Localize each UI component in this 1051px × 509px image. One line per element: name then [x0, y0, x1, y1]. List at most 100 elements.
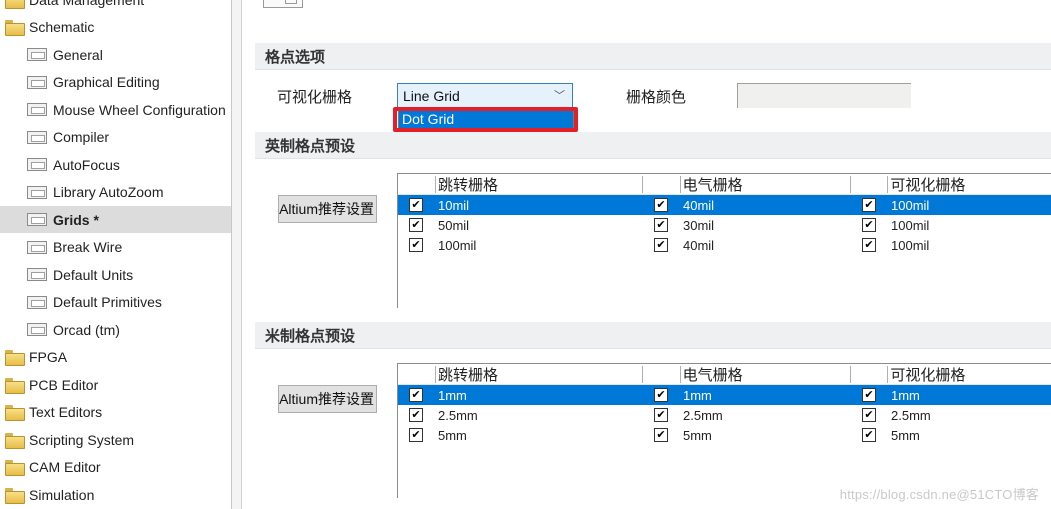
- sidebar-item-label: Graphical Editing: [53, 74, 160, 90]
- grid-cell[interactable]: 1mm: [683, 385, 712, 405]
- column-separator[interactable]: [435, 176, 436, 193]
- grid-cell[interactable]: 100mil: [891, 215, 929, 235]
- sidebar-item-library-autozoom[interactable]: Library AutoZoom: [0, 179, 231, 206]
- grid-cell[interactable]: 40mil: [683, 235, 714, 255]
- options-tree: Data Management Schematic General Graphical…: [0, 0, 232, 509]
- settings-page-icon: [27, 158, 47, 171]
- table-row[interactable]: ✔ 100mil ✔ 40mil ✔ 100mil: [398, 235, 1051, 255]
- checkbox[interactable]: ✔: [654, 218, 668, 232]
- checkbox[interactable]: ✔: [409, 218, 423, 232]
- checkbox[interactable]: ✔: [409, 408, 423, 422]
- checkbox[interactable]: ✔: [862, 238, 876, 252]
- sidebar-item-fpga[interactable]: FPGA: [0, 344, 231, 371]
- grid-cell[interactable]: 1mm: [438, 385, 467, 405]
- grid-cell[interactable]: 50mil: [438, 215, 469, 235]
- column-header-label: 电气栅格: [682, 177, 743, 194]
- column-header-label: 跳转栅格: [438, 177, 499, 194]
- checkbox[interactable]: ✔: [862, 218, 876, 232]
- sidebar-item-default-units[interactable]: Default Units: [0, 261, 231, 288]
- column-header[interactable]: 电气栅格: [643, 174, 851, 195]
- sidebar-item-graphical-editing[interactable]: Graphical Editing: [0, 69, 231, 96]
- grid-color-swatch[interactable]: [737, 83, 911, 108]
- checkbox[interactable]: ✔: [409, 428, 423, 442]
- column-separator[interactable]: [887, 366, 889, 383]
- sidebar-item-compiler[interactable]: Compiler: [0, 124, 231, 151]
- column-separator[interactable]: [679, 366, 681, 383]
- sidebar-item-pcb-editor[interactable]: PCB Editor: [0, 371, 231, 398]
- sidebar-item-data-management[interactable]: Data Management: [0, 0, 231, 13]
- table-row[interactable]: ✔ 5mm ✔ 5mm ✔ 5mm: [398, 425, 1051, 445]
- sidebar-item-autofocus[interactable]: AutoFocus: [0, 151, 231, 178]
- table-row[interactable]: ✔ 2.5mm ✔ 2.5mm ✔ 2.5mm: [398, 405, 1051, 425]
- column-header-label: 跳转栅格: [438, 367, 499, 384]
- checkbox[interactable]: ✔: [654, 198, 668, 212]
- grid-cell[interactable]: 40mil: [683, 195, 714, 215]
- column-separator[interactable]: [679, 176, 681, 193]
- sidebar-item-scripting-system[interactable]: Scripting System: [0, 426, 231, 453]
- visible-grid-label: 可视化栅格: [277, 89, 353, 106]
- imperial-altium-preset-button[interactable]: Altium推荐设置: [278, 195, 377, 223]
- column-header[interactable]: 可视化栅格: [850, 364, 1051, 385]
- grid-cell[interactable]: 5mm: [438, 425, 467, 445]
- grid-header: 跳转栅格 电气栅格 可视化栅格: [398, 364, 1051, 385]
- checkbox[interactable]: ✔: [409, 238, 423, 252]
- sidebar-item-mouse-wheel-configuration[interactable]: Mouse Wheel Configuration: [0, 96, 231, 123]
- sidebar-item-label: Default Units: [53, 266, 134, 283]
- checkbox[interactable]: ✔: [654, 388, 668, 402]
- sidebar-item-break-wire[interactable]: Break Wire: [0, 234, 231, 261]
- grid-cell[interactable]: 2.5mm: [438, 405, 478, 425]
- grid-cell[interactable]: 5mm: [891, 425, 920, 445]
- sidebar-item-default-primitives[interactable]: Default Primitives: [0, 289, 231, 316]
- sidebar-item-text-editors[interactable]: Text Editors: [0, 399, 231, 426]
- sidebar-item-grids[interactable]: Grids *: [0, 206, 231, 233]
- checkbox[interactable]: ✔: [862, 198, 876, 212]
- sidebar-item-orcad-tm[interactable]: Orcad (tm): [0, 316, 231, 343]
- visible-grid-value: Line Grid: [403, 87, 460, 104]
- checkbox[interactable]: ✔: [654, 428, 668, 442]
- checkbox[interactable]: ✔: [654, 238, 668, 252]
- page-header-icon: [263, 0, 303, 8]
- table-row[interactable]: ✔ 1mm ✔ 1mm ✔ 1mm: [398, 385, 1051, 405]
- grid-cell[interactable]: 30mil: [683, 215, 714, 235]
- visible-grid-combo[interactable]: Line Grid ﹀: [397, 83, 573, 108]
- folder-open-icon: [5, 20, 25, 36]
- checkbox[interactable]: ✔: [862, 428, 876, 442]
- checkbox[interactable]: ✔: [862, 388, 876, 402]
- checkbox[interactable]: ✔: [409, 388, 423, 402]
- splitter[interactable]: [232, 0, 242, 509]
- grid-cell[interactable]: 1mm: [891, 385, 920, 405]
- settings-page-icon: [27, 240, 47, 254]
- grid-header: 跳转栅格 电气栅格 可视化栅格: [398, 174, 1051, 195]
- sidebar-item-label: Simulation: [29, 486, 95, 503]
- section-grid-options: 格点选项: [255, 43, 1051, 70]
- sidebar-item-label: Orcad (tm): [53, 321, 120, 338]
- chevron-down-icon[interactable]: ﹀: [554, 87, 565, 103]
- sidebar-item-cam-editor[interactable]: CAM Editor: [0, 454, 231, 481]
- table-row[interactable]: ✔ 10mil ✔ 40mil ✔ 100mil: [398, 195, 1051, 215]
- column-header[interactable]: 可视化栅格: [850, 174, 1051, 195]
- sidebar-item-label: Text Editors: [29, 404, 103, 420]
- grid-cell[interactable]: 2.5mm: [683, 405, 723, 425]
- settings-page-icon: [27, 185, 47, 199]
- sidebar-item-schematic[interactable]: Schematic: [0, 14, 231, 41]
- grid-cell[interactable]: 100mil: [891, 235, 929, 255]
- column-separator[interactable]: [435, 366, 436, 383]
- checkbox[interactable]: ✔: [654, 408, 668, 422]
- checkbox[interactable]: ✔: [862, 408, 876, 422]
- column-separator[interactable]: [887, 176, 889, 193]
- column-header[interactable]: 电气栅格: [643, 364, 851, 385]
- checkbox[interactable]: ✔: [409, 198, 423, 212]
- grid-cell[interactable]: 100mil: [438, 235, 476, 255]
- column-header[interactable]: 跳转栅格: [398, 174, 643, 195]
- sidebar-item-simulation[interactable]: Simulation: [0, 481, 231, 508]
- sidebar-item-label: PCB Editor: [29, 376, 99, 393]
- column-header[interactable]: 跳转栅格: [398, 364, 643, 385]
- grid-cell[interactable]: 100mil: [891, 195, 929, 215]
- sidebar-item-general[interactable]: General: [0, 41, 231, 68]
- metric-altium-preset-button[interactable]: Altium推荐设置: [278, 385, 377, 413]
- grid-cell[interactable]: 10mil: [438, 195, 469, 215]
- table-row[interactable]: ✔ 50mil ✔ 30mil ✔ 100mil: [398, 215, 1051, 235]
- grid-cell[interactable]: 5mm: [683, 425, 712, 445]
- dropdown-option-dot-grid[interactable]: Dot Grid: [399, 111, 573, 128]
- grid-cell[interactable]: 2.5mm: [891, 405, 931, 425]
